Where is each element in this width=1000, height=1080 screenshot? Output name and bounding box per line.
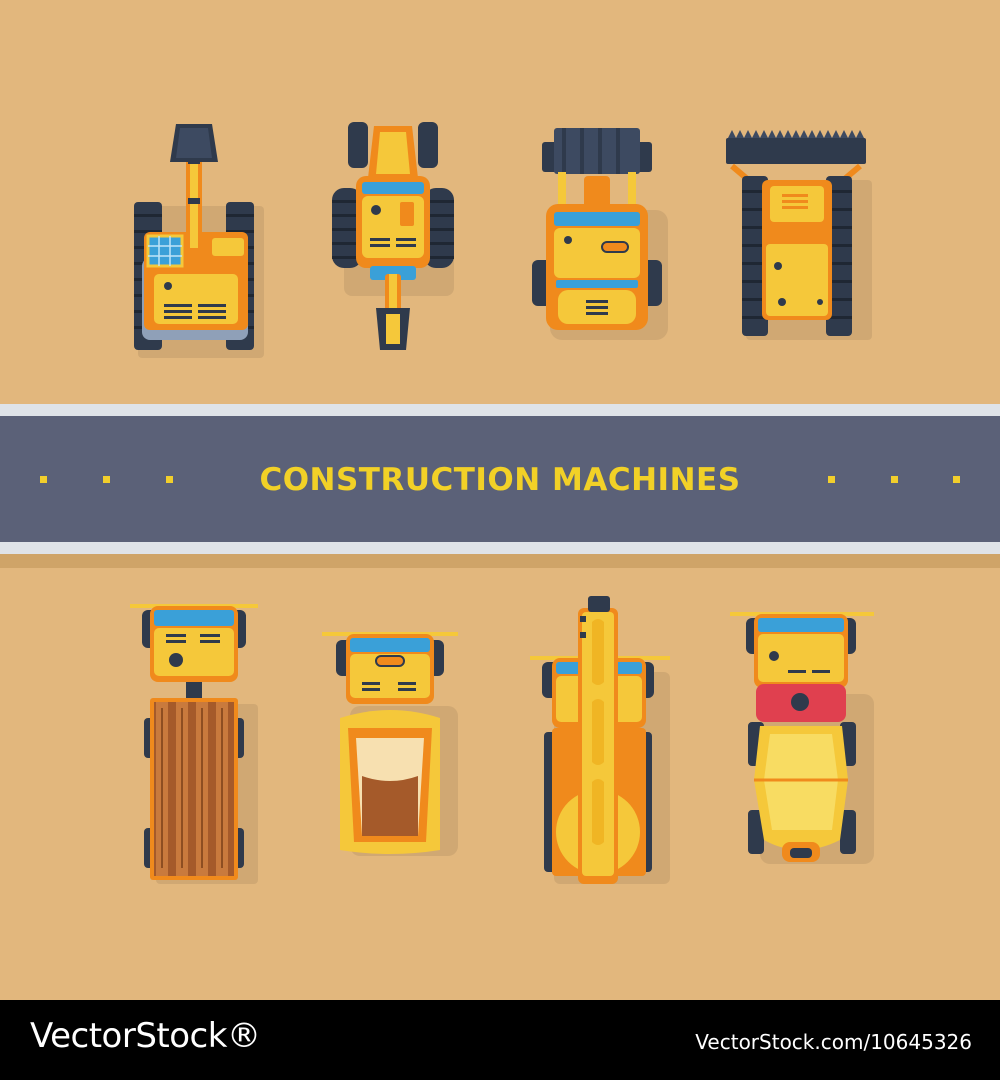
road-marking-dot [953, 476, 960, 483]
road-marking-dot [891, 476, 898, 483]
road-marking-dot [40, 476, 47, 483]
timber-truck-icon [130, 604, 258, 884]
image-id-text: VectorStock.com/10645326 [695, 1030, 972, 1054]
road-shadow [0, 554, 1000, 568]
banner-title: CONSTRUCTION MACHINES [259, 462, 741, 498]
road-curb-top [0, 404, 1000, 416]
dump-truck-icon [322, 632, 458, 856]
bulldozer-icon [726, 130, 872, 340]
vectorstock-logo: VectorStock® [30, 1016, 261, 1056]
road-curb-bottom [0, 542, 1000, 554]
road-marking-dot [166, 476, 173, 483]
concrete-mixer-truck-icon [730, 612, 874, 864]
illustration-canvas: CONSTRUCTION MACHINES VectorStock® Vecto… [0, 0, 1000, 1080]
excavator-icon [134, 124, 264, 358]
road-marking-dot [828, 476, 835, 483]
backhoe-loader-icon [332, 122, 454, 350]
road-marking-dot [103, 476, 110, 483]
front-loader-icon [532, 128, 668, 340]
crane-truck-icon [530, 596, 670, 884]
